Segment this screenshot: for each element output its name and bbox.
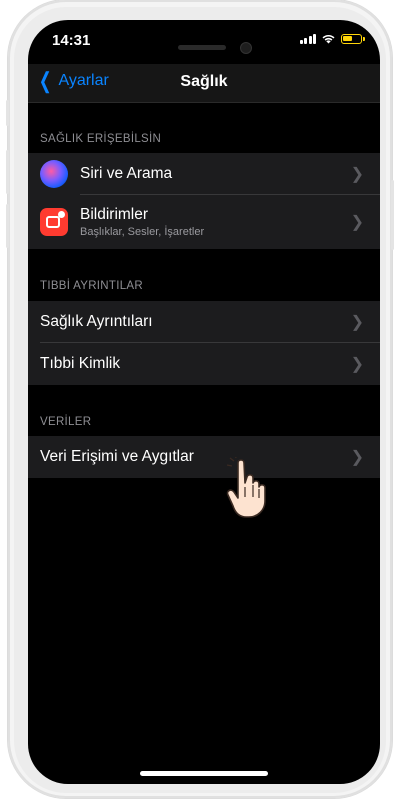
home-indicator[interactable] — [140, 771, 268, 776]
chevron-right-icon: ❯ — [350, 314, 364, 331]
row-label: Sağlık Ayrıntıları — [40, 313, 153, 330]
wifi-icon — [322, 34, 335, 44]
chevron-right-icon: ❯ — [350, 356, 364, 373]
row-label: Bildirimler — [80, 206, 149, 223]
volume-button — [6, 100, 9, 126]
chevron-right-icon: ❯ — [350, 449, 364, 466]
volume-up-button — [6, 150, 9, 194]
status-icons — [299, 33, 365, 44]
chevron-right-icon: ❯ — [350, 166, 364, 183]
section-header-medical-details: TIBBİ AYRINTILAR — [40, 280, 143, 292]
phone-frame: 14:31 ❮ Ayarlar Sağlık SAĞLIK ERİŞEBİLSİ… — [0, 0, 400, 803]
chevron-right-icon: ❯ — [350, 214, 364, 231]
battery-icon — [341, 33, 365, 44]
group-medical-details: Sağlık Ayrıntıları ❯ Tıbbi Kimlik ❯ — [28, 301, 380, 385]
camera — [240, 42, 252, 54]
section-header-data: VERİLER — [40, 416, 92, 428]
screen: 14:31 ❮ Ayarlar Sağlık SAĞLIK ERİŞEBİLSİ… — [28, 20, 380, 784]
row-label: Siri ve Arama — [80, 165, 173, 182]
row-health-details[interactable]: Sağlık Ayrıntıları ❯ — [28, 301, 380, 343]
row-label: Tıbbi Kimlik — [40, 355, 121, 372]
power-button — [391, 180, 394, 250]
status-time: 14:31 — [52, 32, 91, 49]
speaker — [178, 45, 226, 50]
navigation-bar: ❮ Ayarlar Sağlık — [28, 64, 380, 103]
notifications-icon — [40, 208, 68, 236]
row-notifications[interactable]: Bildirimler Başlıklar, Sesler, İşaretler… — [28, 195, 380, 249]
group-data: Veri Erişimi ve Aygıtlar ❯ — [28, 436, 380, 478]
signal-icon — [299, 33, 316, 44]
group-health-access: Siri ve Arama ❯ Bildirimler Başlıklar, S… — [28, 153, 380, 249]
notch — [112, 20, 296, 46]
tap-hand-icon — [226, 457, 266, 518]
section-header-health-access: SAĞLIK ERİŞEBİLSİN — [40, 133, 162, 145]
page-title: Sağlık — [180, 73, 228, 90]
row-siri-search[interactable]: Siri ve Arama ❯ — [28, 153, 380, 195]
row-label: Veri Erişimi ve Aygıtlar — [40, 448, 194, 465]
row-sublabel: Başlıklar, Sesler, İşaretler — [80, 226, 205, 238]
row-medical-id[interactable]: Tıbbi Kimlik ❯ — [28, 343, 380, 385]
volume-down-button — [6, 204, 9, 248]
siri-icon — [40, 160, 68, 188]
row-data-access-devices[interactable]: Veri Erişimi ve Aygıtlar ❯ — [28, 436, 380, 478]
